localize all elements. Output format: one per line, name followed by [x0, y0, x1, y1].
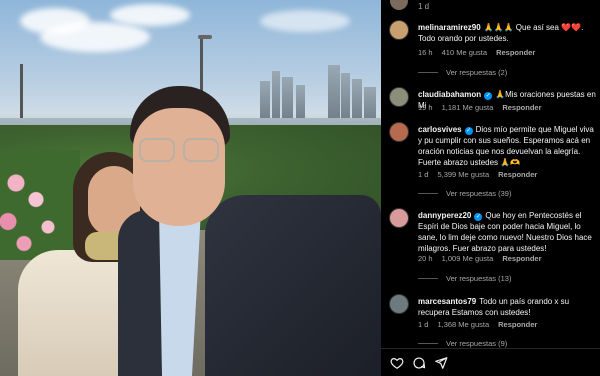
heart-icon[interactable]	[390, 356, 404, 370]
username[interactable]: marcesantos79	[418, 297, 476, 306]
glasses	[137, 138, 223, 164]
comments-panel[interactable]: 1 d melinaramirez90 🙏🙏🙏 Que así sea ❤️❤️.…	[381, 0, 600, 376]
like-count[interactable]: 1,368 Me gusta	[437, 320, 489, 329]
avatar[interactable]	[390, 0, 408, 10]
comment-icon[interactable]	[412, 356, 426, 370]
share-icon[interactable]	[434, 356, 448, 370]
comment-text: melinaramirez90 🙏🙏🙏 Que así sea ❤️❤️. Tod…	[418, 23, 584, 43]
comment-meta: 1 d 1,368 Me gusta Responder	[418, 320, 546, 329]
man-jacket	[205, 195, 381, 376]
like-count[interactable]: 1,181 Me gusta	[442, 103, 494, 112]
street-lamp-head	[198, 35, 212, 39]
comment-time: 1 d	[418, 170, 429, 179]
verified-badge-icon: ✓	[474, 213, 483, 221]
cloud	[40, 22, 150, 52]
street-lamp	[20, 64, 23, 124]
comment-meta: 16 h 410 Me gusta Responder	[418, 48, 544, 57]
avatar[interactable]	[389, 208, 409, 228]
username[interactable]: carlosvives	[418, 125, 462, 134]
reply-button[interactable]: Responder	[498, 170, 537, 179]
comment-meta: 1 d 5,399 Me gusta Responder	[418, 170, 546, 179]
view-replies[interactable]: Ver respuestas (13)	[418, 274, 511, 283]
view-replies[interactable]: Ver respuestas (2)	[418, 68, 507, 77]
like-count[interactable]: 1,009 Me gusta	[442, 254, 494, 263]
divider	[418, 72, 438, 73]
comment-time: 16 h	[418, 48, 433, 57]
reply-button[interactable]: Responder	[498, 320, 537, 329]
verified-badge-icon: ✓	[464, 127, 473, 135]
avatar[interactable]	[389, 87, 409, 107]
cloud	[260, 10, 350, 32]
cloud	[110, 4, 190, 26]
post-date: 1 d	[418, 2, 430, 11]
comment-text: carlosvives ✓ Dios mío permite que Miguel …	[418, 125, 594, 167]
verified-badge-icon: ✓	[484, 92, 493, 100]
divider	[418, 193, 438, 194]
city-skyline	[200, 55, 381, 123]
reply-button[interactable]: Responder	[496, 48, 535, 57]
reply-button[interactable]: Responder	[502, 103, 541, 112]
flower-bed	[0, 150, 80, 260]
action-bar	[381, 348, 600, 376]
comment-text: dannyperez20 ✓ Que hoy en Pentecostés el E…	[418, 211, 592, 253]
view-replies[interactable]: Ver respuestas (39)	[418, 189, 511, 198]
divider	[418, 278, 438, 279]
username[interactable]: claudiabahamon	[418, 90, 481, 99]
comment-time: 20 h	[418, 254, 433, 263]
comment-time: 1 d	[418, 320, 429, 329]
reply-button[interactable]: Responder	[502, 254, 541, 263]
divider	[418, 343, 438, 344]
comment-meta: 20 h 1,009 Me gusta Responder	[418, 254, 551, 263]
like-count[interactable]: 5,399 Me gusta	[437, 170, 489, 179]
comment-text: marcesantos79 Todo un país orando x su re…	[418, 297, 570, 317]
post-photo[interactable]	[0, 0, 381, 376]
comment-time: 19 h	[418, 103, 433, 112]
comment-meta: 19 h 1,181 Me gusta Responder	[418, 103, 551, 112]
avatar[interactable]	[389, 122, 409, 142]
avatar[interactable]	[389, 294, 409, 314]
username[interactable]: dannyperez20	[418, 211, 471, 220]
avatar[interactable]	[389, 20, 409, 40]
man-face	[133, 108, 225, 226]
view-replies[interactable]: Ver respuestas (9)	[418, 339, 507, 348]
like-count[interactable]: 410 Me gusta	[442, 48, 487, 57]
username[interactable]: melinaramirez90	[418, 23, 481, 32]
street-lamp	[200, 38, 203, 93]
